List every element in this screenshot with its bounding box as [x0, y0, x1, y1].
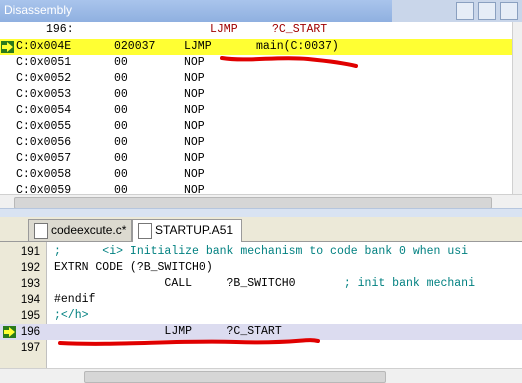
code-line[interactable]: 192 EXTRN CODE (?B_SWITCH0): [0, 260, 522, 276]
mnemonic: LJMP: [184, 40, 212, 53]
address: C:0x0057: [16, 152, 72, 165]
tab-startup[interactable]: STARTUP.A51: [132, 219, 242, 242]
code-text: #endif: [54, 293, 96, 306]
address: C:0x0055: [16, 120, 72, 133]
line-number: 194: [20, 294, 40, 306]
disassembly-row[interactable]: C:0x0057 00 NOP: [0, 151, 512, 167]
code-text: ;</h>: [54, 309, 89, 322]
opcode: 00: [114, 184, 128, 194]
file-icon: [138, 223, 152, 239]
mnemonic: NOP: [184, 104, 205, 117]
close-button[interactable]: [500, 2, 518, 20]
scrollbar-thumb[interactable]: [84, 371, 386, 383]
code-line[interactable]: 191 ; <i> Initialize bank mechanism to c…: [0, 244, 522, 260]
tab-label: STARTUP.A51: [155, 223, 234, 237]
mnemonic: NOP: [184, 168, 205, 181]
disassembly-row[interactable]: C:0x0053 00 NOP: [0, 87, 512, 103]
opcode: 00: [114, 88, 128, 101]
tab-codeexcute[interactable]: codeexcute.c*: [28, 219, 132, 241]
disassembly-view[interactable]: 196: LJMP ?C_START C:0x004E 020037 LJMP …: [0, 22, 512, 194]
operand: ?C_START: [272, 23, 328, 36]
line-number: 196: [20, 326, 40, 338]
address: C:0x0054: [16, 104, 72, 117]
address: C:0x0056: [16, 136, 72, 149]
mnemonic: LJMP: [210, 23, 238, 36]
disassembly-vertical-scrollbar[interactable]: [512, 22, 522, 194]
code-line[interactable]: 194 #endif: [0, 292, 522, 308]
title-bar-controls: [392, 0, 522, 22]
address: C:0x0053: [16, 88, 72, 101]
code-line[interactable]: 193 CALL ?B_SWITCH0 ; init bank mechani: [0, 276, 522, 292]
line-number: 191: [20, 246, 40, 258]
minimize-button[interactable]: [456, 2, 474, 20]
editor-tab-bar: codeexcute.c* STARTUP.A51: [0, 217, 522, 242]
opcode: 00: [114, 120, 128, 133]
disassembly-row[interactable]: C:0x0059 00 NOP: [0, 183, 512, 194]
disassembly-row[interactable]: C:0x0056 00 NOP: [0, 135, 512, 151]
mnemonic: NOP: [184, 120, 205, 133]
disassembly-source-row[interactable]: 196: LJMP ?C_START: [0, 22, 512, 38]
line-number: 193: [20, 278, 40, 290]
opcode: 00: [114, 56, 128, 69]
code-text: ; <i> Initialize bank mechanism to code …: [54, 245, 469, 258]
opcode: 00: [114, 104, 128, 117]
mnemonic: NOP: [184, 88, 205, 101]
line-number: 195: [20, 310, 40, 322]
disassembly-title-bar: Disassembly: [0, 0, 522, 23]
opcode: 00: [114, 136, 128, 149]
address: C:0x004E: [16, 40, 72, 53]
mnemonic: NOP: [184, 72, 205, 85]
current-instruction-arrow-icon: [1, 41, 14, 53]
code-comment: ; init bank mechani: [295, 277, 475, 290]
disassembly-row[interactable]: C:0x0054 00 NOP: [0, 103, 512, 119]
file-icon: [34, 223, 48, 239]
opcode: 020037: [114, 40, 156, 53]
line-number: 197: [20, 342, 40, 354]
source-line-number: 196:: [46, 23, 74, 36]
disassembly-row[interactable]: C:0x0055 00 NOP: [0, 119, 512, 135]
maximize-button[interactable]: [478, 2, 496, 20]
editor-horizontal-scrollbar[interactable]: [0, 368, 522, 383]
code-line[interactable]: 195 ;</h>: [0, 308, 522, 324]
line-number: 192: [20, 262, 40, 274]
code-text: EXTRN CODE (?B_SWITCH0): [54, 261, 213, 274]
opcode: 00: [114, 72, 128, 85]
address: C:0x0051: [16, 56, 72, 69]
mnemonic: NOP: [184, 184, 205, 194]
disassembly-row[interactable]: C:0x0052 00 NOP: [0, 71, 512, 87]
address: C:0x0058: [16, 168, 72, 181]
disassembly-horizontal-scrollbar[interactable]: [0, 194, 522, 209]
red-underline-annotation: [58, 338, 320, 346]
code-instruction: CALL ?B_SWITCH0: [54, 277, 296, 290]
mnemonic: NOP: [184, 56, 205, 69]
mnemonic: NOP: [184, 136, 205, 149]
address: C:0x0059: [16, 184, 72, 194]
red-underline-annotation: [220, 56, 358, 68]
opcode: 00: [114, 168, 128, 181]
opcode: 00: [114, 152, 128, 165]
code-text: CALL ?B_SWITCH0 ; init bank mechani: [54, 276, 475, 292]
address: C:0x0052: [16, 72, 72, 85]
disassembly-title: Disassembly: [4, 3, 73, 17]
tab-label: codeexcute.c*: [51, 223, 127, 237]
disassembly-row[interactable]: C:0x0058 00 NOP: [0, 167, 512, 183]
mnemonic: NOP: [184, 152, 205, 165]
